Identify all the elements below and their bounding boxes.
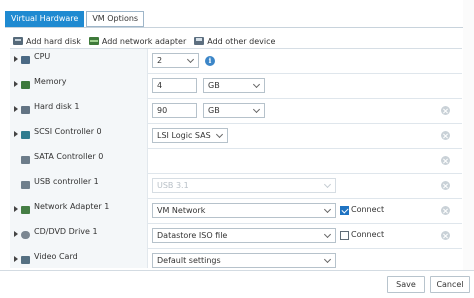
save-button[interactable]: Save bbox=[387, 276, 425, 293]
expand-caret-icon[interactable] bbox=[14, 56, 18, 62]
cdrom-connect-label: Connect bbox=[351, 230, 385, 239]
device-label-cell: SCSI Controller 0 bbox=[10, 124, 148, 149]
add-hard-disk-label: Add hard disk bbox=[26, 36, 81, 46]
video-card-icon bbox=[21, 256, 30, 264]
device-label-cell: CD/DVD Drive 1 bbox=[10, 224, 148, 249]
expand-caret-icon[interactable] bbox=[14, 256, 18, 262]
add-network-adapter-button[interactable]: Add network adapter bbox=[88, 35, 187, 47]
device-row-cpu: CPU 2 i bbox=[10, 49, 462, 74]
info-icon[interactable]: i bbox=[205, 56, 215, 66]
hard-disk-icon bbox=[13, 37, 23, 45]
device-row-scsi: SCSI Controller 0 LSI Logic SAS bbox=[10, 124, 462, 149]
dialog-footer: Save Cancel bbox=[0, 270, 474, 298]
expand-caret-icon[interactable] bbox=[14, 106, 18, 112]
tab-virtual-hardware[interactable]: Virtual Hardware bbox=[5, 11, 85, 27]
video-label: Video Card bbox=[34, 252, 78, 261]
cpu-count-select[interactable]: 2 bbox=[152, 53, 199, 68]
remove-device-icon[interactable] bbox=[441, 156, 450, 165]
scsi-label: SCSI Controller 0 bbox=[34, 127, 102, 136]
memory-label: Memory bbox=[34, 77, 67, 86]
add-other-device-label: Add other device bbox=[207, 36, 276, 46]
video-settings-select[interactable]: Default settings bbox=[152, 253, 336, 268]
usb-type-select[interactable]: USB 3.1 bbox=[152, 178, 336, 193]
cdrom-source-select[interactable]: Datastore ISO file bbox=[152, 228, 336, 243]
memory-unit-select[interactable]: GB bbox=[203, 78, 265, 93]
hard-disk-unit-select[interactable]: GB bbox=[203, 103, 265, 118]
add-hard-disk-button[interactable]: Add hard disk bbox=[13, 35, 81, 47]
network-select[interactable]: VM Network bbox=[152, 203, 336, 218]
expand-caret-icon[interactable] bbox=[14, 131, 18, 137]
network-connect-checkbox[interactable] bbox=[340, 206, 349, 215]
hardware-table: CPU 2 i Memory 4 GB Hard disk 1 90 GB SC… bbox=[10, 48, 462, 268]
remove-device-icon[interactable] bbox=[441, 131, 450, 140]
cancel-button[interactable]: Cancel bbox=[430, 276, 470, 293]
usb-controller-icon bbox=[21, 181, 30, 189]
remove-device-icon[interactable] bbox=[441, 106, 450, 115]
tab-bar: Virtual Hardware VM Options bbox=[5, 11, 146, 27]
memory-icon bbox=[21, 81, 30, 89]
cd-dvd-icon bbox=[21, 231, 30, 239]
remove-device-icon[interactable] bbox=[441, 206, 450, 215]
tab-divider bbox=[5, 27, 469, 28]
add-network-adapter-label: Add network adapter bbox=[101, 36, 187, 46]
toolbar: Add hard disk Add network adapter Add ot… bbox=[13, 35, 283, 47]
device-row-usb: USB controller 1 USB 3.1 bbox=[10, 174, 462, 199]
expand-caret-icon[interactable] bbox=[14, 81, 18, 87]
network-label: Network Adapter 1 bbox=[34, 202, 110, 211]
scsi-controller-icon bbox=[21, 131, 30, 139]
device-label-cell: SATA Controller 0 bbox=[10, 149, 148, 174]
hard-disk-size-input[interactable]: 90 bbox=[152, 103, 197, 118]
memory-size-input[interactable]: 4 bbox=[152, 78, 197, 93]
remove-device-icon[interactable] bbox=[441, 181, 450, 190]
hard-disk-label: Hard disk 1 bbox=[34, 102, 80, 111]
device-label-cell: Memory bbox=[10, 74, 148, 99]
cdrom-connect-checkbox[interactable] bbox=[340, 231, 349, 240]
device-row-video: Video Card Default settings bbox=[10, 249, 462, 268]
network-adapter-icon bbox=[21, 206, 30, 214]
add-other-device-button[interactable]: Add other device bbox=[194, 35, 275, 47]
device-label-cell: Video Card bbox=[10, 249, 148, 268]
device-row-network: Network Adapter 1 VM Network Connect bbox=[10, 199, 462, 224]
vertical-scrollbar[interactable] bbox=[463, 0, 474, 270]
network-adapter-icon bbox=[88, 37, 99, 45]
device-row-sata: SATA Controller 0 bbox=[10, 149, 462, 174]
network-connect-label: Connect bbox=[351, 205, 385, 214]
device-row-hard-disk: Hard disk 1 90 GB bbox=[10, 99, 462, 124]
device-label-cell: CPU bbox=[10, 49, 148, 74]
tab-vm-options[interactable]: VM Options bbox=[86, 11, 145, 27]
expand-caret-icon[interactable] bbox=[14, 206, 18, 212]
device-label-cell: Hard disk 1 bbox=[10, 99, 148, 124]
hard-disk-icon bbox=[21, 106, 30, 114]
cdrom-label: CD/DVD Drive 1 bbox=[34, 227, 98, 236]
cpu-label: CPU bbox=[34, 52, 51, 61]
expand-caret-icon[interactable] bbox=[14, 231, 18, 237]
cpu-icon bbox=[21, 56, 30, 64]
sata-controller-icon bbox=[21, 156, 30, 164]
remove-device-icon[interactable] bbox=[441, 231, 450, 240]
other-device-icon bbox=[194, 37, 205, 45]
sata-label: SATA Controller 0 bbox=[34, 152, 104, 161]
device-row-memory: Memory 4 GB bbox=[10, 74, 462, 99]
device-row-cdrom: CD/DVD Drive 1 Datastore ISO file Connec… bbox=[10, 224, 462, 249]
device-label-cell: Network Adapter 1 bbox=[10, 199, 148, 224]
device-label-cell: USB controller 1 bbox=[10, 174, 148, 199]
scsi-type-select[interactable]: LSI Logic SAS bbox=[152, 128, 228, 143]
usb-label: USB controller 1 bbox=[34, 177, 99, 186]
